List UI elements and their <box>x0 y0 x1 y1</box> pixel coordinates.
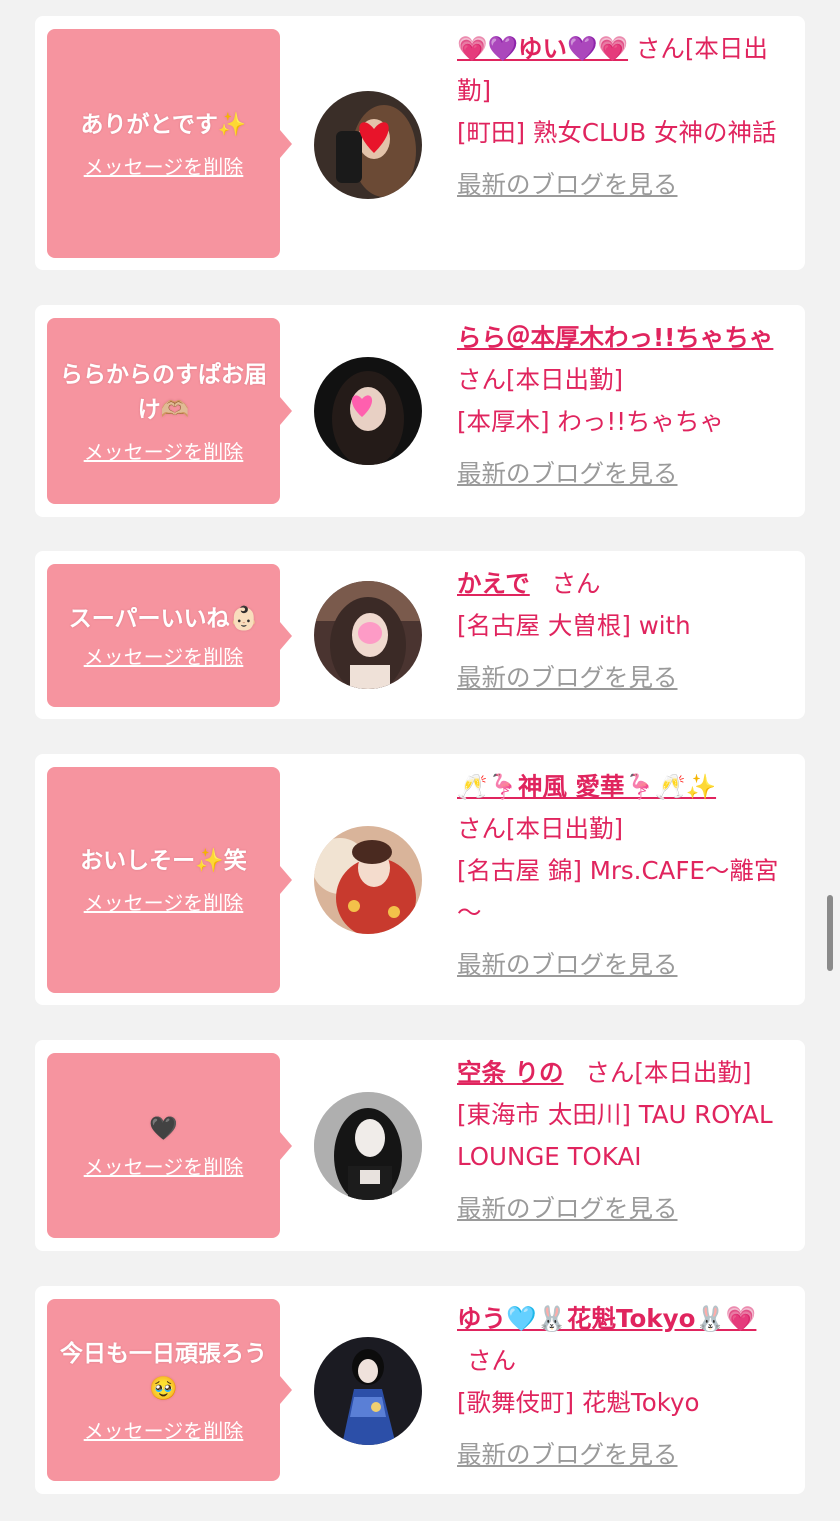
cast-name-link[interactable]: らら＠本厚木わっ!!ちゃちゃ <box>457 323 773 352</box>
latest-blog-link[interactable]: 最新のブログを見る <box>457 944 792 986</box>
message-text: 今日も一日頑張ろう🥹 <box>60 1340 267 1402</box>
avatar[interactable] <box>314 826 422 934</box>
cast-info: 🥂🦩神風 愛華🦩🥂✨ さん[本日出勤] [名古屋 錦] Mrs.CAFE～離宮～… <box>457 766 792 986</box>
cast-info: かえで さん [名古屋 大曽根] with 最新のブログを見る <box>457 563 792 699</box>
delete-message-link[interactable]: メッセージを削除 <box>84 151 244 180</box>
shop-name: [町田] 熟女CLUB 女神の神話 <box>457 118 777 147</box>
message-text: ありがとです✨ <box>80 111 247 138</box>
latest-blog-link[interactable]: 最新のブログを見る <box>457 164 792 206</box>
latest-blog-link[interactable]: 最新のブログを見る <box>457 657 792 699</box>
delete-message-link[interactable]: メッセージを削除 <box>84 887 244 916</box>
cast-info: 空条 りの さん[本日出勤] [東海市 太田川] TAU ROYAL LOUNG… <box>457 1052 792 1230</box>
cast-suffix: さん <box>467 1346 516 1375</box>
message-text: 🖤 <box>149 1115 178 1142</box>
delete-message-link[interactable]: メッセージを削除 <box>84 1151 244 1180</box>
message-text: スーパーいいね👶🏻 <box>68 605 259 632</box>
cast-info: 💗💜ゆい💜💗 さん[本日出勤] [町田] 熟女CLUB 女神の神話 最新のブログ… <box>457 28 792 206</box>
avatar[interactable] <box>314 1092 422 1200</box>
cast-name-link[interactable]: ゆう🩵🐰花魁Tokyo🐰💗 <box>457 1304 756 1333</box>
delete-message-link[interactable]: メッセージを削除 <box>84 1415 244 1444</box>
message-bubble: スーパーいいね👶🏻 メッセージを削除 <box>47 564 292 707</box>
avatar[interactable] <box>314 357 422 465</box>
latest-blog-link[interactable]: 最新のブログを見る <box>457 1188 792 1230</box>
message-text: おいしそー✨笑 <box>80 848 247 874</box>
cast-suffix: さん[本日出勤] <box>457 365 624 394</box>
message-text: ららからのすぱお届け🫶🏼 <box>60 361 267 423</box>
cast-suffix: さん[本日出勤] <box>457 814 624 843</box>
cast-name-link[interactable]: かえで <box>457 569 530 598</box>
message-card: ありがとです✨ メッセージを削除 💗💜ゆい💜💗 さん[本日出勤] [町田] 熟女… <box>35 16 805 270</box>
message-bubble: 🖤 メッセージを削除 <box>47 1053 292 1238</box>
avatar[interactable] <box>314 1337 422 1445</box>
delete-message-link[interactable]: メッセージを削除 <box>84 436 244 465</box>
delete-message-link[interactable]: メッセージを削除 <box>84 641 244 670</box>
shop-name: [名古屋 錦] Mrs.CAFE～離宮～ <box>457 856 779 927</box>
cast-info: ゆう🩵🐰花魁Tokyo🐰💗 さん [歌舞伎町] 花魁Tokyo 最新のブログを見… <box>457 1298 792 1476</box>
message-bubble: おいしそー✨笑 メッセージを削除 <box>47 767 292 993</box>
cast-info: らら＠本厚木わっ!!ちゃちゃ さん[本日出勤] [本厚木] わっ!!ちゃちゃ 最… <box>457 317 792 495</box>
message-card: 今日も一日頑張ろう🥹 メッセージを削除 ゆう🩵🐰花魁Tokyo🐰💗 さん [歌舞… <box>35 1286 805 1494</box>
message-bubble: 今日も一日頑張ろう🥹 メッセージを削除 <box>47 1299 292 1481</box>
shop-name: [歌舞伎町] 花魁Tokyo <box>457 1388 700 1417</box>
shop-name: [名古屋 大曽根] with <box>457 611 691 640</box>
cast-suffix: さん <box>551 569 601 598</box>
message-bubble: ありがとです✨ メッセージを削除 <box>47 29 292 258</box>
shop-name: [本厚木] わっ!!ちゃちゃ <box>457 407 725 436</box>
scrollbar[interactable] <box>827 895 833 971</box>
latest-blog-link[interactable]: 最新のブログを見る <box>457 1434 792 1476</box>
message-card: スーパーいいね👶🏻 メッセージを削除 かえで さん [名古屋 大曽根] with… <box>35 551 805 719</box>
message-card: おいしそー✨笑 メッセージを削除 🥂🦩神風 愛華🦩🥂✨ さん[本日出勤] [名古… <box>35 754 805 1005</box>
cast-name-link[interactable]: 💗💜ゆい💜💗 <box>457 34 628 63</box>
message-card: ららからのすぱお届け🫶🏼 メッセージを削除 らら＠本厚木わっ!!ちゃちゃ さん[… <box>35 305 805 517</box>
cast-name-link[interactable]: 🥂🦩神風 愛華🦩🥂✨ <box>457 772 716 801</box>
latest-blog-link[interactable]: 最新のブログを見る <box>457 453 792 495</box>
message-card: 🖤 メッセージを削除 空条 りの さん[本日出勤] [東海市 太田川] TAU … <box>35 1040 805 1251</box>
avatar[interactable] <box>314 581 422 689</box>
cast-name-link[interactable]: 空条 りの <box>457 1058 564 1087</box>
shop-name: [東海市 太田川] TAU ROYAL LOUNGE TOKAI <box>457 1100 773 1171</box>
cast-suffix: さん[本日出勤] <box>585 1058 752 1087</box>
avatar[interactable] <box>314 91 422 199</box>
message-bubble: ららからのすぱお届け🫶🏼 メッセージを削除 <box>47 318 292 504</box>
